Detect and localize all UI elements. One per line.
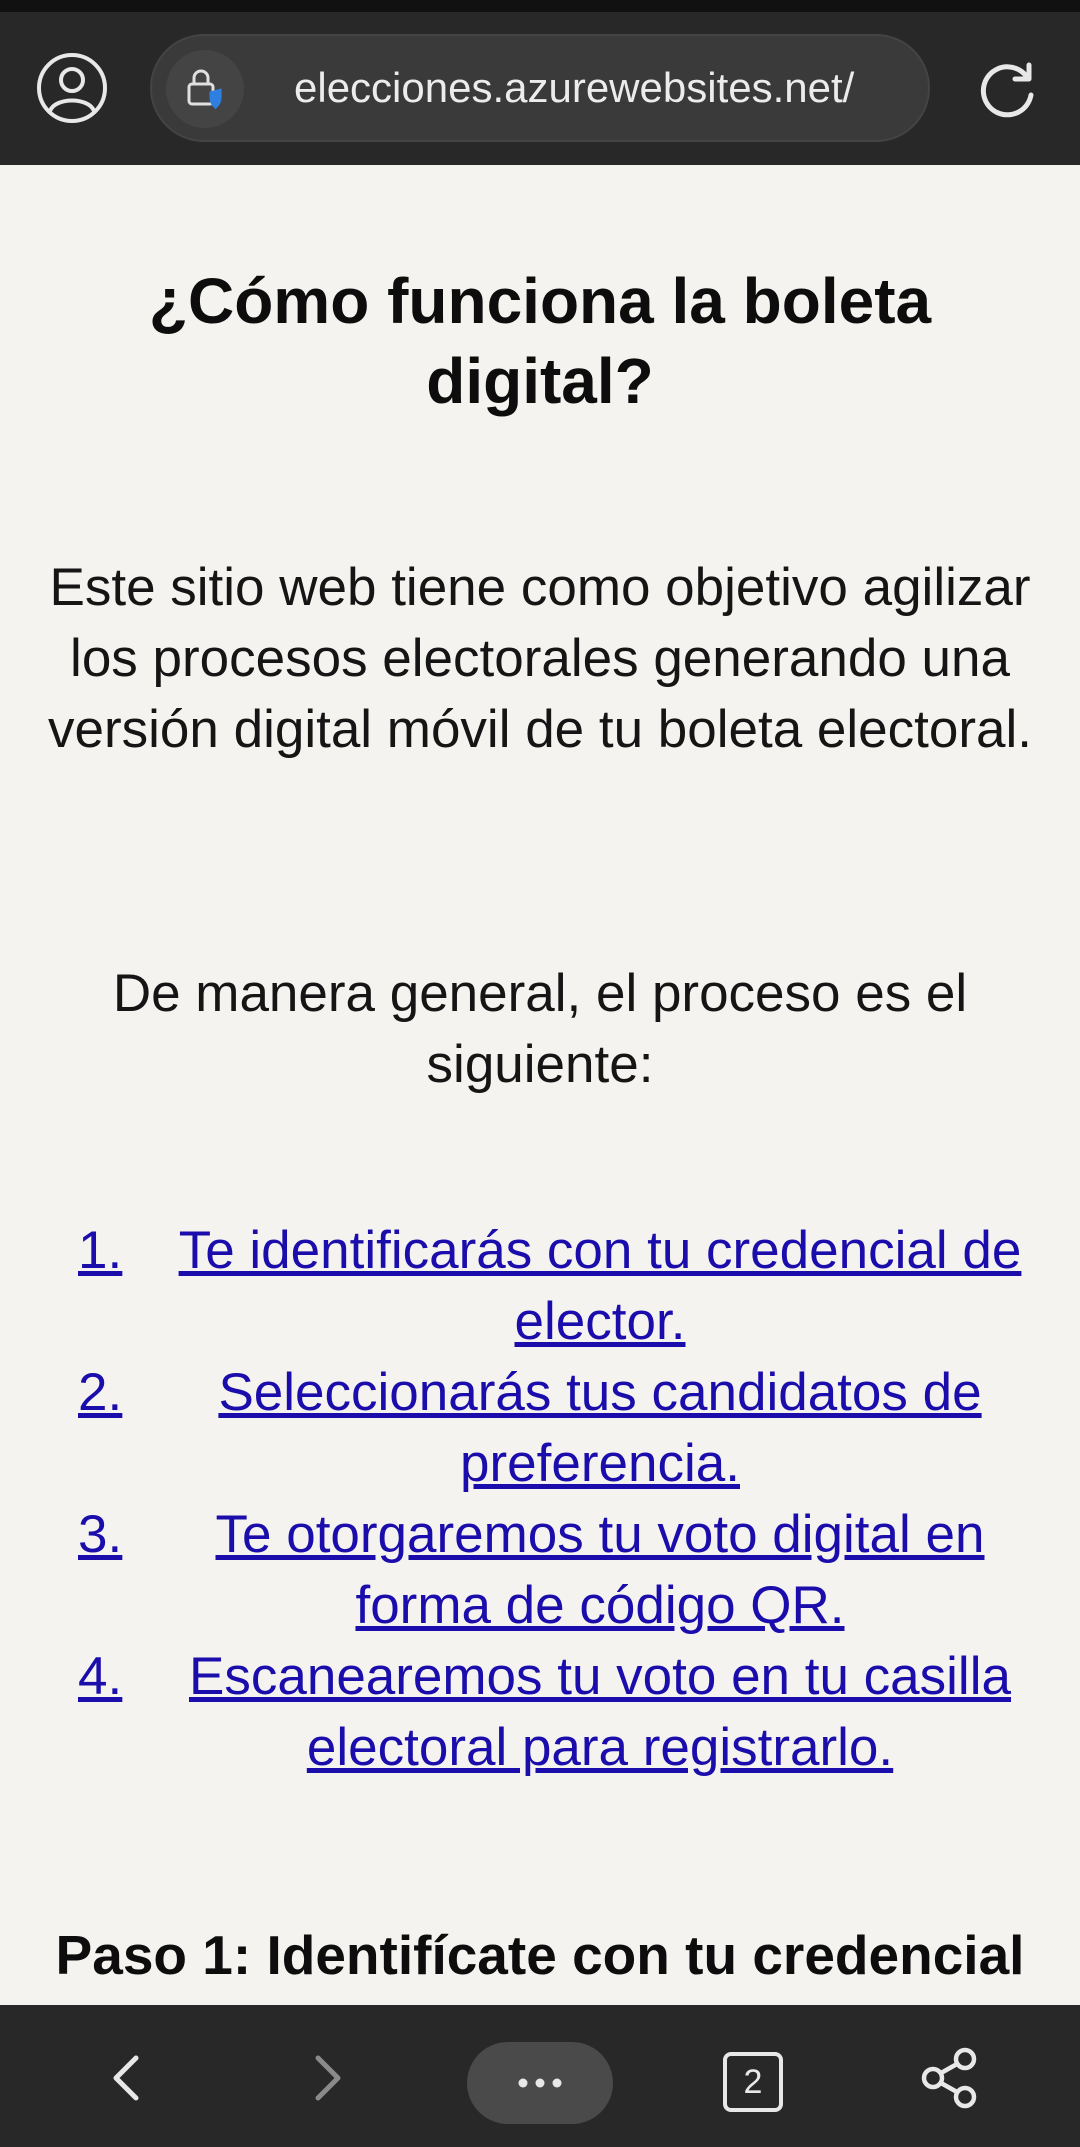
step1-heading: Paso 1: Identifícate con tu credencial — [55, 1924, 1025, 1986]
step-link-4[interactable]: 4. Escanearemos tu voto en tu casilla el… — [0, 1641, 1080, 1783]
reload-icon[interactable] — [975, 57, 1041, 123]
status-strip — [0, 0, 1080, 12]
step-link-2[interactable]: 2. Seleccionarás tus candidatos de prefe… — [0, 1357, 1080, 1499]
address-bar[interactable]: elecciones.azurewebsites.net/ — [150, 34, 930, 142]
steps-list: 1. Te identificarás con tu credencial de… — [0, 1215, 1080, 1783]
lock-shield-icon[interactable] — [166, 50, 244, 128]
process-intro: De manera general, el proceso es el sigu… — [112, 964, 968, 1094]
more-icon[interactable] — [467, 2042, 613, 2124]
browser-bottom-bar: 2 — [0, 2005, 1080, 2147]
intro-paragraph: Este sitio web tiene como objetivo agili… — [48, 558, 1032, 759]
step-text[interactable]: Te otorgaremos tu voto digital en forma … — [160, 1499, 1040, 1641]
url-text[interactable]: elecciones.azurewebsites.net/ — [294, 36, 914, 140]
step-link-1[interactable]: 1. Te identificarás con tu credencial de… — [0, 1215, 1080, 1357]
step-text[interactable]: Seleccionarás tus candidatos de preferen… — [160, 1357, 1040, 1499]
step-number[interactable]: 3. — [0, 1499, 160, 1641]
step-text[interactable]: Escanearemos tu voto en tu casilla elect… — [160, 1641, 1040, 1783]
step-number[interactable]: 2. — [0, 1357, 160, 1499]
browser-top-bar: elecciones.azurewebsites.net/ — [0, 12, 1080, 165]
step-number[interactable]: 1. — [0, 1215, 160, 1357]
step-link-3[interactable]: 3. Te otorgaremos tu voto digital en for… — [0, 1499, 1080, 1641]
step-number[interactable]: 4. — [0, 1641, 160, 1783]
tabs-icon[interactable]: 2 — [723, 2052, 783, 2112]
tab-count: 2 — [743, 2062, 763, 2101]
page-content: ¿Cómo funciona la boleta digital? Este s… — [0, 165, 1080, 2005]
step-text[interactable]: Te identificarás con tu credencial de el… — [160, 1215, 1040, 1357]
back-icon[interactable] — [90, 2040, 166, 2116]
page-title: ¿Cómo funciona la boleta digital? — [148, 265, 932, 417]
share-icon[interactable] — [912, 2040, 988, 2116]
profile-icon[interactable] — [35, 51, 109, 125]
forward-icon[interactable] — [288, 2040, 364, 2116]
